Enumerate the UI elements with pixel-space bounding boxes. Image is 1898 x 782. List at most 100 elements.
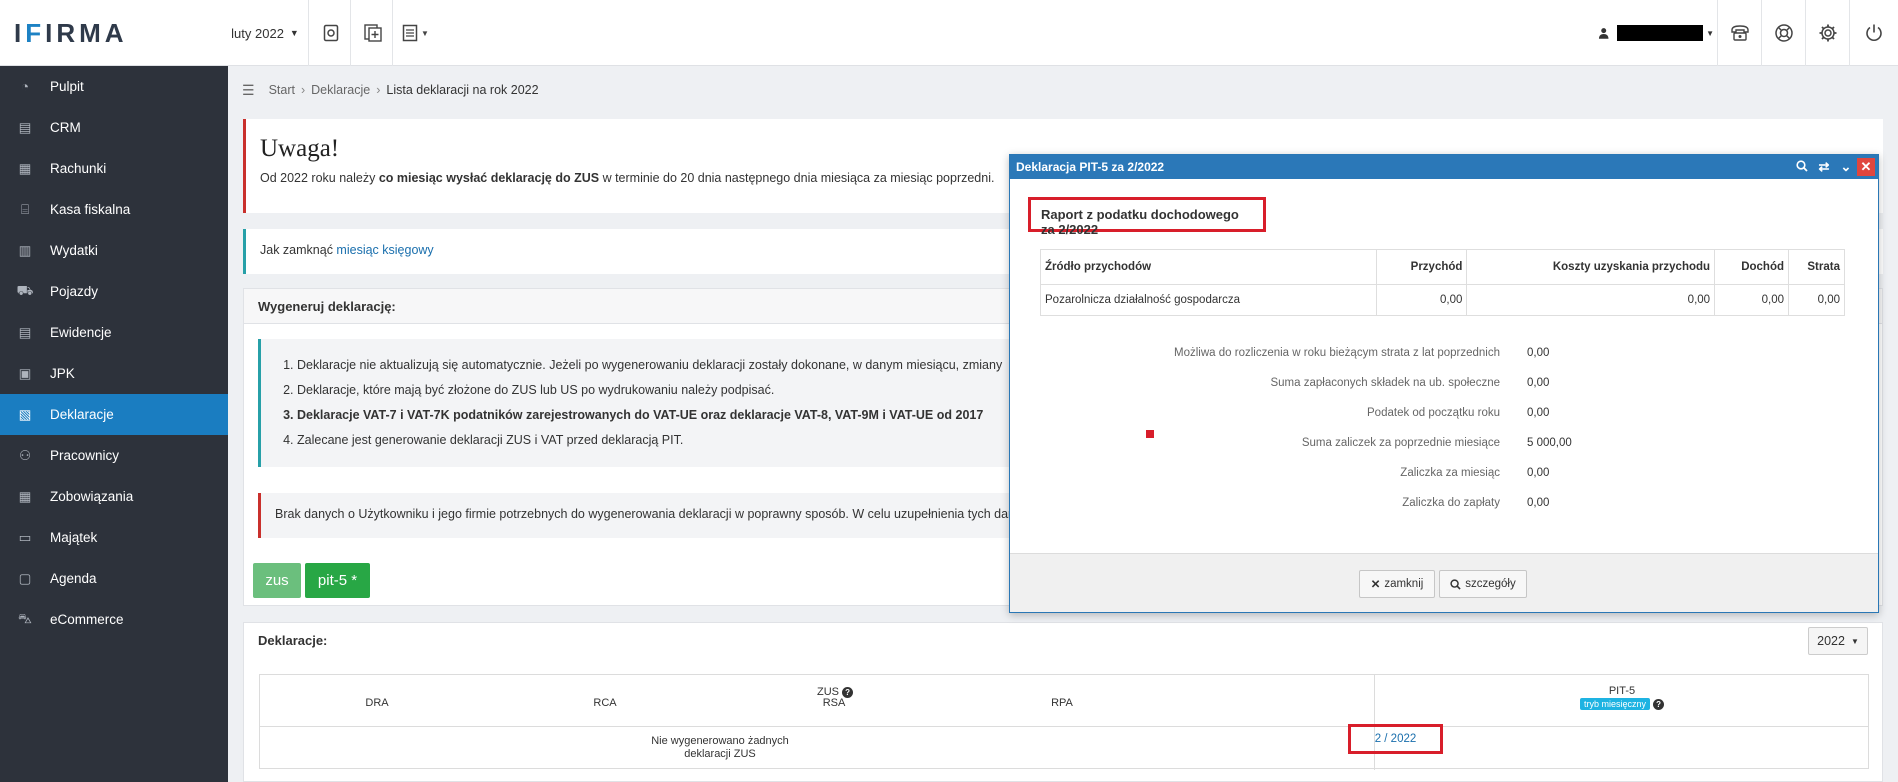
declarations-panel: Deklaracje: 2022 ▼ ZUS ? DRA RCA RSA RPA … bbox=[243, 622, 1883, 782]
dialog-subtitle: Raport z podatku dochodowego za 2/2022 bbox=[1028, 197, 1266, 237]
cash-register-icon: ⌸ bbox=[20, 201, 30, 217]
sidebar-item-label: Kasa fiskalna bbox=[50, 202, 131, 217]
assets-icon: ▭ bbox=[18, 529, 32, 545]
year-selector[interactable]: 2022 ▼ bbox=[1808, 627, 1868, 655]
income-table: Źródło przychodów Przychód Koszty uzyska… bbox=[1039, 249, 1845, 316]
add-document-icon bbox=[363, 24, 382, 42]
info-text: Jak zamknąć bbox=[260, 243, 337, 257]
summary-row: Suma zapłaconych składek na ub. społeczn… bbox=[1270, 377, 1550, 389]
declarations-icon: ▧ bbox=[18, 406, 32, 422]
liabilities-icon: ▦ bbox=[18, 488, 32, 504]
sidebar-item-kasa-fiskalna[interactable]: ⌸ Kasa fiskalna bbox=[0, 189, 228, 230]
breadcrumb-start[interactable]: Start bbox=[269, 83, 295, 97]
close-month-link[interactable]: miesiąc księgowy bbox=[336, 243, 433, 257]
cart-icon: ⛍ bbox=[18, 610, 32, 626]
settings-button[interactable] bbox=[1805, 0, 1849, 66]
question-icon[interactable]: ? bbox=[1653, 698, 1665, 710]
chevron-down-icon: ▼ bbox=[421, 28, 429, 38]
pit5-dialog: Deklaracja PIT-5 za 2/2022 ⇄ ⌄ ✕ Raport … bbox=[1009, 154, 1879, 613]
cell-loss: 0,00 bbox=[1788, 284, 1845, 316]
sidebar: ◔ Pulpit ▤ CRM ▦ Rachunki ⌸ Kasa fiskalna ▥ Wydat… bbox=[0, 66, 228, 782]
sidebar-item-label: JPK bbox=[50, 366, 75, 381]
sidebar-item-label: Agenda bbox=[50, 571, 97, 586]
sidebar-item-rachunki[interactable]: ▦ Rachunki bbox=[0, 148, 228, 189]
dialog-titlebar[interactable]: Deklaracja PIT-5 za 2/2022 ⇄ ⌄ ✕ bbox=[1010, 155, 1878, 179]
month-selector[interactable]: luty 2022 ▼ bbox=[222, 0, 308, 66]
chevron-right-icon: › bbox=[300, 83, 306, 97]
sidebar-item-zobowiązania[interactable]: ▦ Zobowiązania bbox=[0, 476, 228, 517]
sidebar-item-pracownicy[interactable]: ⚇ Pracownicy bbox=[0, 435, 228, 476]
minimize-icon[interactable]: ⌄ bbox=[1835, 159, 1857, 175]
sidebar-item-label: Deklaracje bbox=[50, 407, 114, 422]
hamburger-icon[interactable]: ☰ bbox=[242, 82, 255, 99]
phone-icon bbox=[1730, 25, 1749, 41]
generate-zus-button[interactable]: zus bbox=[253, 563, 301, 598]
sidebar-item-deklaracje[interactable]: ▧ Deklaracje bbox=[0, 394, 228, 435]
user-icon bbox=[1598, 28, 1609, 39]
sidebar-item-crm[interactable]: ▤ CRM bbox=[0, 107, 228, 148]
user-menu[interactable]: ▼ bbox=[1598, 0, 1714, 66]
sidebar-item-wydatki[interactable]: ▥ Wydatki bbox=[0, 230, 228, 271]
no-zus-declarations: Nie wygenerowano żadnych deklaracji ZUS bbox=[651, 735, 789, 760]
sidebar-item-majątek[interactable]: ▭ Majątek bbox=[0, 517, 228, 558]
col-rpa: RPA bbox=[1051, 697, 1073, 709]
summary-row: Zaliczka do zapłaty 0,00 bbox=[1402, 497, 1550, 509]
sidebar-item-label: Pulpit bbox=[50, 79, 84, 94]
list-document-icon bbox=[402, 24, 418, 42]
sidebar-item-jpk[interactable]: ▣ JPK bbox=[0, 353, 228, 394]
details-button[interactable]: szczegóły bbox=[1439, 570, 1527, 598]
breadcrumb-deklaracje[interactable]: Deklaracje bbox=[311, 83, 370, 97]
sidebar-item-ewidencje[interactable]: ▤ Ewidencje bbox=[0, 312, 228, 353]
search-icon[interactable] bbox=[1791, 159, 1813, 175]
monthly-mode-badge: tryb miesięczny bbox=[1579, 698, 1650, 710]
th-income: Przychód bbox=[1376, 249, 1468, 285]
phone-button[interactable] bbox=[1717, 0, 1761, 66]
close-dialog-button[interactable]: ✕ zamknij bbox=[1359, 570, 1435, 598]
sidebar-item-label: Zobowiązania bbox=[50, 489, 134, 504]
sidebar-item-pulpit[interactable]: ◔ Pulpit bbox=[0, 66, 228, 107]
employees-icon: ⚇ bbox=[18, 447, 32, 463]
close-icon: ✕ bbox=[1370, 579, 1381, 591]
sidebar-item-pojazdy[interactable]: ⛟ Pojazdy bbox=[0, 271, 228, 312]
col-dra: DRA bbox=[365, 697, 389, 709]
refresh-icon[interactable]: ⇄ bbox=[1813, 159, 1835, 175]
sidebar-item-agenda[interactable]: ▢ Agenda bbox=[0, 558, 228, 599]
tax-button[interactable] bbox=[308, 0, 352, 66]
cell-costs: 0,00 bbox=[1466, 284, 1716, 316]
chevron-down-icon: ▼ bbox=[289, 28, 299, 38]
add-document-button[interactable] bbox=[350, 0, 394, 66]
lifebuoy-icon bbox=[1774, 24, 1793, 42]
agenda-icon: ▢ bbox=[18, 570, 32, 586]
documents-menu-button[interactable]: ▼ bbox=[392, 0, 438, 66]
pit5-declaration-link[interactable]: 2 / 2022 bbox=[1348, 724, 1443, 754]
crm-icon: ▤ bbox=[18, 119, 32, 135]
sidebar-item-label: Wydatki bbox=[50, 243, 98, 258]
year-label: 2022 bbox=[1817, 634, 1845, 648]
cell-income: 0,00 bbox=[1376, 284, 1468, 316]
sidebar-item-label: eCommerce bbox=[50, 612, 124, 627]
th-loss: Strata bbox=[1788, 249, 1845, 285]
help-button[interactable] bbox=[1761, 0, 1805, 66]
sidebar-item-label: Majątek bbox=[50, 530, 98, 545]
close-icon[interactable]: ✕ bbox=[1857, 158, 1875, 176]
table-header-row: Źródło przychodów Przychód Koszty uzyska… bbox=[1039, 249, 1845, 285]
marker-dot bbox=[1146, 430, 1154, 438]
ifirma-logo[interactable]: IFIRMA bbox=[14, 18, 128, 49]
declarations-table: ZUS ? DRA RCA RSA RPA PIT-5 tryb miesięc… bbox=[259, 674, 1869, 770]
col-rca: RCA bbox=[593, 697, 617, 709]
generate-pit5-button[interactable]: pit-5 * bbox=[305, 563, 370, 598]
question-icon[interactable]: ? bbox=[842, 686, 854, 698]
th-profit: Dochód bbox=[1714, 249, 1790, 285]
expenses-icon: ▥ bbox=[18, 242, 32, 258]
summary-row: Podatek od początku roku 0,00 bbox=[1367, 407, 1550, 419]
records-icon: ▤ bbox=[18, 324, 32, 340]
invoice-icon: ▦ bbox=[18, 160, 32, 176]
month-label: luty 2022 bbox=[231, 25, 284, 41]
chevron-right-icon: › bbox=[376, 83, 381, 97]
dashboard-icon: ◔ bbox=[20, 79, 30, 94]
chevron-down-icon: ▼ bbox=[1850, 636, 1859, 646]
breadcrumb-current: Lista deklaracji na rok 2022 bbox=[386, 83, 539, 97]
sidebar-item-ecommerce[interactable]: ⛍ eCommerce bbox=[0, 599, 228, 640]
gear-icon bbox=[1819, 24, 1836, 42]
logout-button[interactable] bbox=[1849, 0, 1898, 66]
